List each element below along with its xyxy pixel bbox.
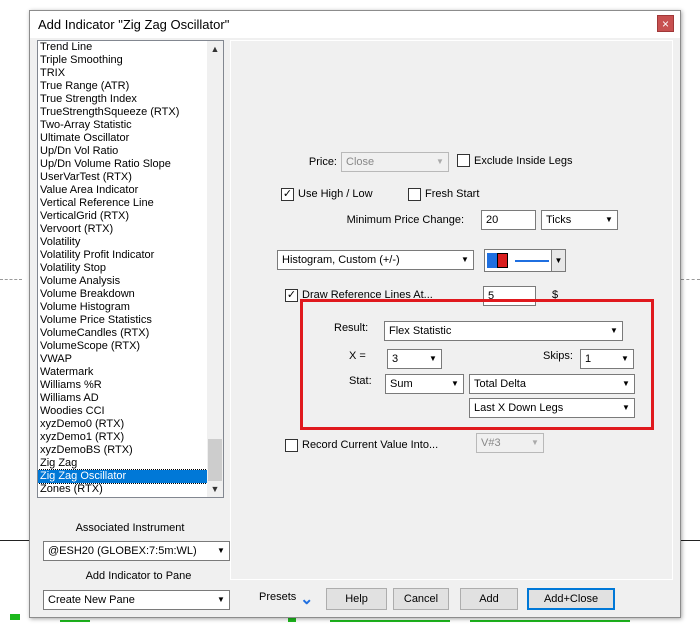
record-value-select[interactable]: V#3 ▼ bbox=[476, 433, 544, 453]
use-high-low-label: Use High / Low bbox=[298, 188, 373, 200]
list-item[interactable]: Two-Array Statistic bbox=[38, 119, 209, 132]
chart-histogram-bar bbox=[470, 620, 630, 622]
list-item[interactable]: VolumeScope (RTX) bbox=[38, 340, 209, 353]
list-item[interactable]: Volatility Profit Indicator bbox=[38, 249, 209, 262]
plot-style-select[interactable]: Histogram, Custom (+/-) ▼ bbox=[277, 250, 474, 270]
price-select[interactable]: Close ▼ bbox=[341, 152, 449, 172]
list-item[interactable]: Volume Price Statistics bbox=[38, 314, 209, 327]
list-item[interactable]: VWAP bbox=[38, 353, 209, 366]
color-down-swatch bbox=[497, 253, 508, 268]
help-button[interactable]: Help bbox=[326, 588, 387, 610]
use-high-low-checkbox[interactable]: ✓ bbox=[281, 188, 294, 201]
list-item[interactable]: Woodies CCI bbox=[38, 405, 209, 418]
indicator-list[interactable]: Trend Line Triple Smoothing TRIX True Range… bbox=[37, 40, 224, 498]
add-button[interactable]: Add bbox=[460, 588, 518, 610]
chart-histogram-bar bbox=[60, 620, 90, 622]
list-item[interactable]: xyzDemo1 (RTX) bbox=[38, 431, 209, 444]
list-item[interactable]: TRIX bbox=[38, 67, 209, 80]
list-item[interactable]: Volatility bbox=[38, 236, 209, 249]
list-item[interactable]: VolumeCandles (RTX) bbox=[38, 327, 209, 340]
list-item[interactable]: Zig Zag bbox=[38, 457, 209, 470]
chart-histogram-bar bbox=[288, 618, 296, 622]
exclude-inside-legs-label: Exclude Inside Legs bbox=[474, 155, 573, 167]
list-item[interactable]: Volume Analysis bbox=[38, 275, 209, 288]
list-item[interactable]: Ultimate Oscillator bbox=[38, 132, 209, 145]
add-to-pane-label: Add Indicator to Pane bbox=[85, 570, 192, 582]
scroll-up-icon[interactable]: ▲ bbox=[207, 41, 223, 57]
list-item[interactable]: Volume Breakdown bbox=[38, 288, 209, 301]
add-close-button[interactable]: Add+Close bbox=[527, 588, 615, 610]
associated-instrument-label: Associated Instrument bbox=[75, 522, 185, 534]
color-up-swatch bbox=[487, 253, 497, 268]
associated-instrument-select[interactable]: @ESH20 (GLOBEX:7:5m:WL) ▼ bbox=[43, 541, 230, 561]
chevron-down-icon: ▼ bbox=[217, 595, 225, 604]
list-item[interactable]: TrueStrengthSqueeze (RTX) bbox=[38, 106, 209, 119]
list-scrollbar[interactable]: ▲ ▼ bbox=[207, 41, 223, 497]
chart-zero-line-left bbox=[0, 540, 29, 541]
chart-zero-line-right bbox=[681, 540, 700, 541]
chevron-down-icon: ▼ bbox=[531, 438, 539, 447]
color-picker[interactable]: ▼ bbox=[484, 249, 566, 272]
price-value: Close bbox=[346, 156, 375, 168]
list-item[interactable]: True Strength Index bbox=[38, 93, 209, 106]
min-price-change-input[interactable]: 20 bbox=[481, 210, 536, 230]
fresh-start-label: Fresh Start bbox=[425, 188, 480, 200]
scroll-thumb[interactable] bbox=[208, 439, 222, 481]
list-item[interactable]: Vertical Reference Line bbox=[38, 197, 209, 210]
exclude-inside-legs-checkbox[interactable] bbox=[457, 154, 470, 167]
list-item[interactable]: xyzDemoBS (RTX) bbox=[38, 444, 209, 457]
list-item[interactable]: Triple Smoothing bbox=[38, 54, 209, 67]
list-item[interactable]: Up/Dn Volume Ratio Slope bbox=[38, 158, 209, 171]
list-item[interactable]: True Range (ATR) bbox=[38, 80, 209, 93]
scroll-down-icon[interactable]: ▼ bbox=[207, 481, 223, 497]
add-to-pane-value: Create New Pane bbox=[48, 594, 135, 606]
list-item[interactable]: Zones (RTX) bbox=[38, 483, 209, 496]
chevron-down-icon: ▼ bbox=[217, 546, 225, 555]
fresh-start-checkbox[interactable] bbox=[408, 188, 421, 201]
min-price-change-unit-value: Ticks bbox=[546, 214, 572, 226]
highlight-box bbox=[300, 299, 654, 430]
dialog-title: Add Indicator "Zig Zag Oscillator" bbox=[38, 17, 230, 32]
list-item[interactable]: VerticalGrid (RTX) bbox=[38, 210, 209, 223]
associated-instrument-value: @ESH20 (GLOBEX:7:5m:WL) bbox=[48, 545, 197, 557]
list-item[interactable]: Volatility Stop bbox=[38, 262, 209, 275]
draw-ref-lines-checkbox[interactable]: ✓ bbox=[285, 289, 298, 302]
close-icon[interactable]: × bbox=[657, 15, 674, 32]
list-item[interactable]: UserVarTest (RTX) bbox=[38, 171, 209, 184]
chevron-down-icon: ▼ bbox=[461, 255, 469, 264]
record-value-label: Record Current Value Into... bbox=[302, 439, 439, 451]
line-color-preview bbox=[515, 260, 549, 262]
list-item[interactable]: xyzDemo0 (RTX) bbox=[38, 418, 209, 431]
add-to-pane-select[interactable]: Create New Pane ▼ bbox=[43, 590, 230, 610]
list-item[interactable]: Volume Histogram bbox=[38, 301, 209, 314]
list-item[interactable]: Vervoort (RTX) bbox=[38, 223, 209, 236]
list-item[interactable]: Watermark bbox=[38, 366, 209, 379]
chart-histogram-bar bbox=[10, 614, 20, 620]
chevron-down-icon: ▼ bbox=[554, 256, 563, 265]
list-item[interactable]: Value Area Indicator bbox=[38, 184, 209, 197]
min-price-change-label: Minimum Price Change: bbox=[346, 214, 464, 226]
dialog-titlebar[interactable]: Add Indicator "Zig Zag Oscillator" × bbox=[30, 11, 680, 38]
cancel-button[interactable]: Cancel bbox=[393, 588, 449, 610]
presets-label[interactable]: Presets bbox=[259, 591, 296, 603]
indicator-list-items: Trend Line Triple Smoothing TRIX True Range… bbox=[38, 41, 210, 496]
record-value-value: V#3 bbox=[481, 437, 501, 449]
presets-chevron-icon[interactable]: ⌄ bbox=[300, 589, 313, 609]
chevron-down-icon: ▼ bbox=[605, 215, 613, 224]
price-label: Price: bbox=[308, 156, 337, 168]
record-value-checkbox[interactable] bbox=[285, 439, 298, 452]
chevron-down-icon: ▼ bbox=[436, 157, 444, 166]
list-item[interactable]: Trend Line bbox=[38, 41, 209, 54]
list-item[interactable]: Williams AD bbox=[38, 392, 209, 405]
list-item[interactable]: Williams %R bbox=[38, 379, 209, 392]
chart-histogram-bar bbox=[330, 620, 450, 622]
chart-reference-line-right bbox=[681, 279, 700, 280]
color-picker-dropdown[interactable]: ▼ bbox=[551, 250, 565, 271]
plot-style-value: Histogram, Custom (+/-) bbox=[282, 254, 400, 266]
chart-reference-line-left bbox=[0, 279, 22, 280]
list-item[interactable]: Zig Zag Oscillator bbox=[38, 469, 210, 484]
list-item[interactable]: Up/Dn Vol Ratio bbox=[38, 145, 209, 158]
min-price-change-unit-select[interactable]: Ticks ▼ bbox=[541, 210, 618, 230]
